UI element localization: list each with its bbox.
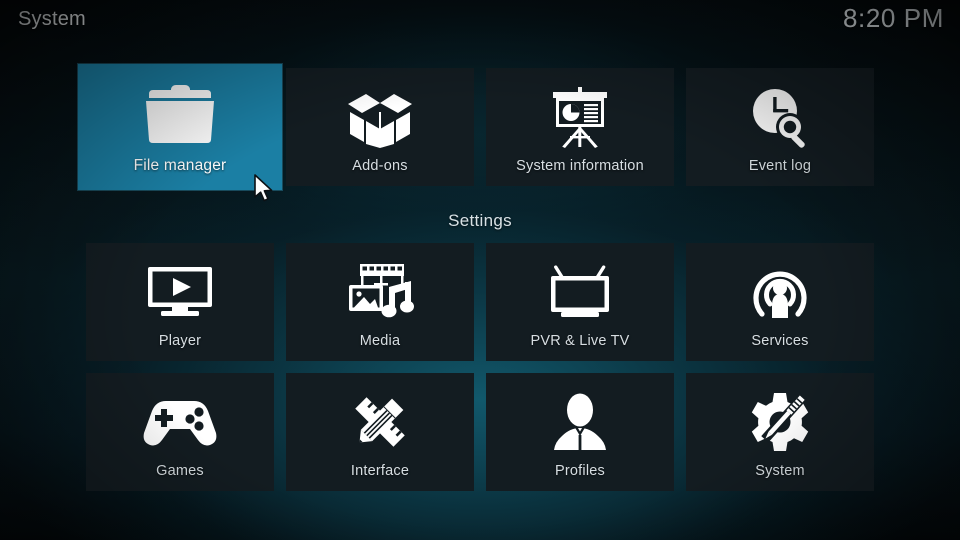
tile-event-log[interactable]: Event log bbox=[686, 68, 874, 186]
tile-label: Event log bbox=[748, 158, 812, 174]
pencil-ruler-icon bbox=[286, 373, 474, 463]
tile-label: Games bbox=[156, 463, 204, 479]
tile-services[interactable]: Services bbox=[686, 243, 874, 361]
tile-add-ons[interactable]: Add-ons bbox=[286, 68, 474, 186]
tile-label: Profiles bbox=[555, 463, 605, 479]
header-bar: System 8:20 PM bbox=[0, 0, 960, 46]
tile-profiles[interactable]: Profiles bbox=[486, 373, 674, 491]
tile-file-manager[interactable]: File manager bbox=[78, 64, 282, 190]
tile-system[interactable]: System bbox=[686, 373, 874, 491]
broadcast-person-icon bbox=[686, 243, 874, 333]
settings-section-heading: Settings bbox=[448, 211, 512, 230]
film-photo-music-icon bbox=[286, 243, 474, 333]
tile-system-information[interactable]: System information bbox=[486, 68, 674, 186]
clock-display: 8:20 PM bbox=[842, 3, 944, 33]
gear-screwdriver-icon bbox=[686, 373, 874, 463]
tile-label: Interface bbox=[350, 463, 410, 479]
page-title: System bbox=[18, 8, 86, 30]
tile-pvr-live-tv[interactable]: PVR & Live TV bbox=[486, 243, 674, 361]
monitor-play-icon bbox=[86, 243, 274, 333]
tile-label: File manager bbox=[133, 157, 227, 174]
tile-label: Services bbox=[751, 333, 809, 349]
tile-label: System bbox=[755, 463, 805, 479]
kodi-system-screen: System 8:20 PM File manager Add-ons Syst… bbox=[0, 0, 960, 540]
tile-label: Player bbox=[158, 333, 202, 349]
tile-games[interactable]: Games bbox=[86, 373, 274, 491]
tile-label: Add-ons bbox=[352, 158, 408, 174]
tv-antenna-icon bbox=[486, 243, 674, 333]
open-box-icon bbox=[286, 68, 474, 158]
folder-icon bbox=[78, 64, 282, 157]
tile-label: PVR & Live TV bbox=[530, 333, 630, 349]
presentation-board-icon bbox=[486, 68, 674, 158]
tile-player[interactable]: Player bbox=[86, 243, 274, 361]
tile-media[interactable]: Media bbox=[286, 243, 474, 361]
tile-label: System information bbox=[516, 158, 644, 174]
person-bust-icon bbox=[486, 373, 674, 463]
gamepad-icon bbox=[86, 373, 274, 463]
tile-label: Media bbox=[359, 333, 401, 349]
tile-interface[interactable]: Interface bbox=[286, 373, 474, 491]
clock-search-icon bbox=[686, 68, 874, 158]
